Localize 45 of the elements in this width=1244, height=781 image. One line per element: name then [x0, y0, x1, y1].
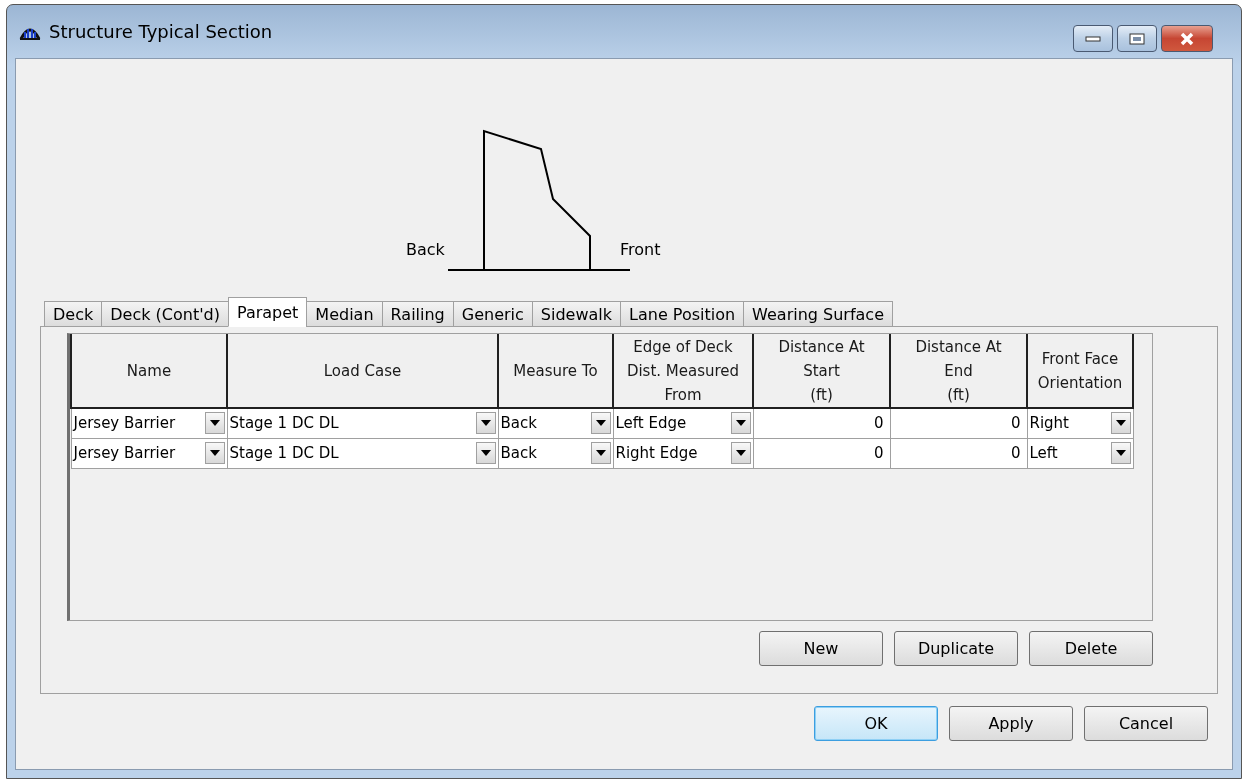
combo-cell[interactable]: Right Edge: [613, 438, 753, 468]
front-label: Front: [620, 240, 661, 259]
number-cell[interactable]: 0: [890, 438, 1027, 468]
column-header: Name: [71, 334, 227, 408]
combo-cell[interactable]: Back: [498, 408, 613, 438]
tab[interactable]: Sidewalk: [531, 301, 621, 327]
number-cell[interactable]: 0: [753, 438, 890, 468]
number-cell[interactable]: 0: [890, 408, 1027, 438]
dialog-button[interactable]: Cancel: [1084, 706, 1208, 741]
combo-cell[interactable]: Back: [498, 438, 613, 468]
maximize-icon: [1129, 32, 1145, 45]
column-header: Measure To: [498, 334, 613, 408]
column-header: Edge of Deck Dist. Measured From: [613, 334, 753, 408]
window-title: Structure Typical Section: [49, 21, 274, 42]
tab[interactable]: Railing: [381, 301, 454, 327]
table-action-button[interactable]: New: [759, 631, 883, 666]
column-header: Distance At Start (ft): [753, 334, 890, 408]
column-header: Load Case: [227, 334, 498, 408]
combo-cell[interactable]: Stage 1 DC DL: [227, 438, 498, 468]
combo-cell[interactable]: Left: [1027, 438, 1133, 468]
table-action-button[interactable]: Duplicate: [894, 631, 1018, 666]
close-button[interactable]: [1161, 25, 1213, 52]
minimize-icon: [1085, 35, 1101, 42]
combo-cell[interactable]: Jersey Barrier: [71, 438, 227, 468]
tab[interactable]: Wearing Surface: [743, 301, 893, 327]
back-label: Back: [406, 240, 445, 259]
tab[interactable]: Lane Position: [620, 301, 745, 327]
tab[interactable]: Deck: [44, 301, 103, 327]
dialog-button[interactable]: OK: [814, 706, 938, 741]
table-action-button[interactable]: Delete: [1029, 631, 1153, 666]
combo-cell[interactable]: Stage 1 DC DL: [227, 408, 498, 438]
combo-cell[interactable]: Left Edge: [613, 408, 753, 438]
minimize-button[interactable]: [1073, 25, 1113, 52]
column-header: Distance At End (ft): [890, 334, 1027, 408]
combo-cell[interactable]: Right: [1027, 408, 1133, 438]
dialog-button[interactable]: Apply: [949, 706, 1073, 741]
combo-cell[interactable]: Jersey Barrier: [71, 408, 227, 438]
tab[interactable]: Deck (Cont'd): [101, 301, 229, 327]
column-header: Front Face Orientation: [1027, 334, 1133, 408]
tab[interactable]: Parapet: [227, 297, 308, 327]
maximize-button[interactable]: [1117, 25, 1157, 52]
tab[interactable]: Generic: [452, 301, 533, 327]
close-icon: [1179, 31, 1195, 46]
number-cell[interactable]: 0: [753, 408, 890, 438]
tab[interactable]: Median: [306, 301, 383, 327]
